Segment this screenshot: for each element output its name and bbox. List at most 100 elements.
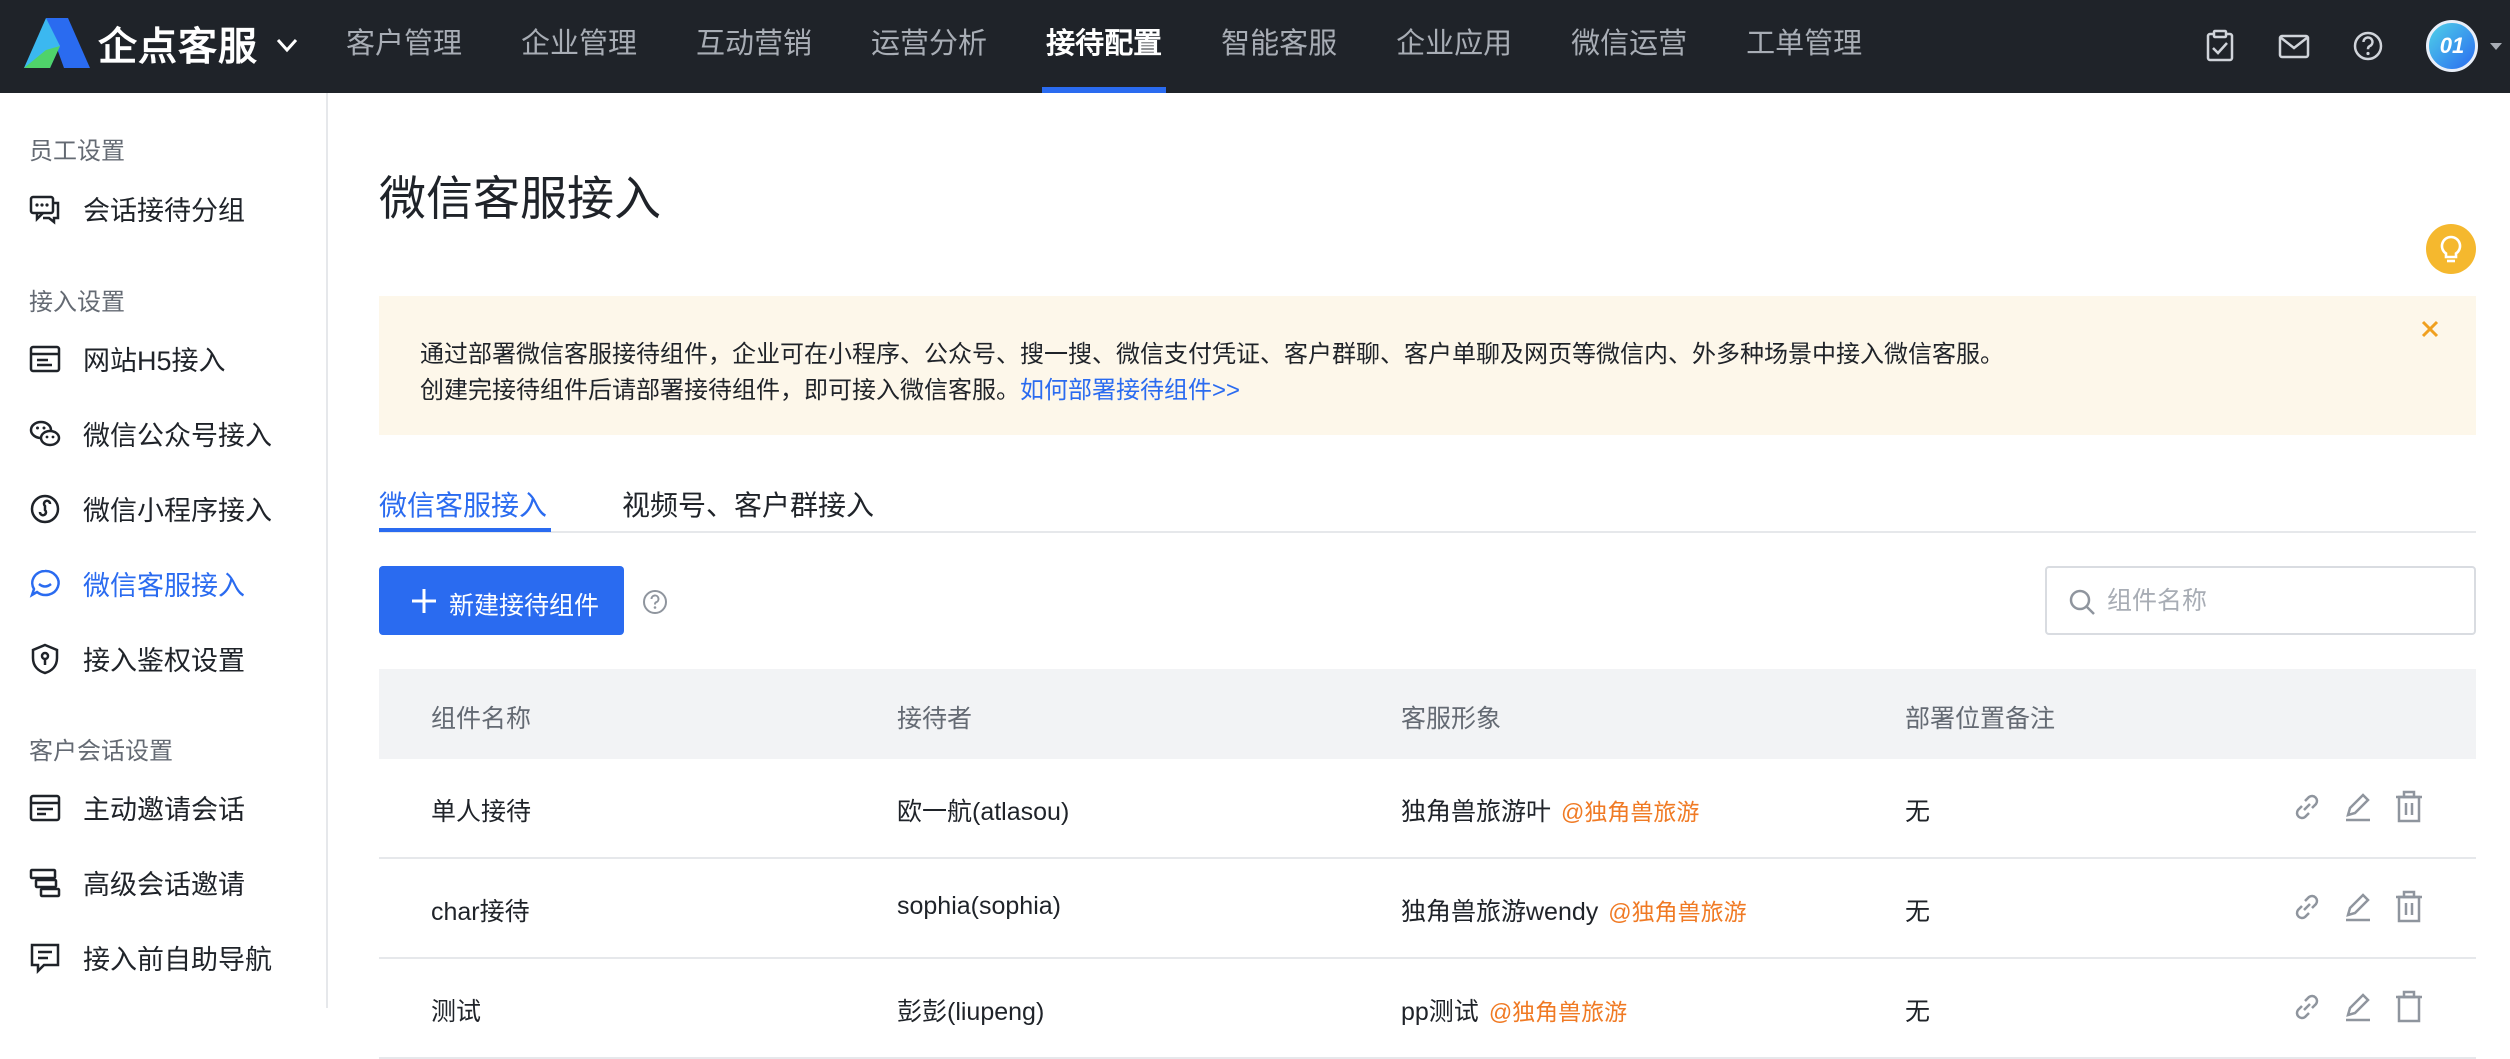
sidebar-item-label: 微信公众号接入 bbox=[83, 420, 272, 451]
new-component-label: 新建接待组件 bbox=[449, 592, 600, 620]
sidebar-item-self-navigation[interactable]: 接入前自助导航 bbox=[0, 927, 326, 987]
table-row: 单人接待 欧一航(atlasou) 独角兽旅游叶 @独角兽旅游 无 bbox=[379, 759, 2476, 859]
notice-text-line2: 创建完接待组件后请部署接待组件，即可接入微信客服。如何部署接待组件>> bbox=[420, 370, 1240, 405]
sidebar-group-session: 客户会话设置 bbox=[29, 738, 173, 765]
sidebar-item-mini-program[interactable]: 微信小程序接入 bbox=[0, 478, 326, 538]
column-header-name: 组件名称 bbox=[431, 705, 532, 733]
cell-note: 无 bbox=[1905, 998, 1931, 1026]
org-tag: @独角兽旅游 bbox=[1561, 799, 1700, 825]
advanced-invite-icon bbox=[29, 868, 61, 898]
task-check-icon[interactable] bbox=[2200, 26, 2240, 66]
sidebar-item-access-auth[interactable]: 接入鉴权设置 bbox=[0, 628, 326, 688]
navigation-icon bbox=[30, 943, 60, 975]
sidebar-item-proactive-invite[interactable]: 主动邀请会话 bbox=[0, 777, 326, 837]
mail-icon[interactable] bbox=[2274, 26, 2314, 66]
table-row: char接待 sophia(sophia) 独角兽旅游wendy @独角兽旅游 无 bbox=[379, 859, 2476, 959]
org-tag: @独角兽旅游 bbox=[1488, 999, 1628, 1025]
sidebar-item-wechat-service[interactable]: 微信客服接入 bbox=[0, 553, 326, 613]
edit-icon[interactable] bbox=[2340, 889, 2376, 925]
cell-name: 测试 bbox=[431, 998, 482, 1026]
shield-icon bbox=[31, 643, 59, 675]
avatar-name: 独角兽旅游叶 bbox=[1401, 798, 1552, 826]
deploy-guide-link[interactable]: 如何部署接待组件>> bbox=[1020, 377, 1240, 404]
delete-icon[interactable] bbox=[2391, 789, 2427, 825]
lightbulb-icon bbox=[2440, 235, 2462, 263]
mini-program-icon bbox=[30, 494, 60, 524]
sidebar-item-label: 微信小程序接入 bbox=[83, 495, 272, 526]
web-window-icon bbox=[29, 345, 61, 373]
sidebar-item-label: 网站H5接入 bbox=[83, 345, 226, 376]
edit-icon[interactable] bbox=[2340, 989, 2376, 1025]
delete-icon[interactable] bbox=[2391, 889, 2427, 925]
nav-smart-service[interactable]: 智能客服 bbox=[1221, 0, 1337, 93]
help-icon[interactable] bbox=[2348, 26, 2388, 66]
tab-bar: 微信客服接入 视频号、客户群接入 bbox=[379, 480, 2476, 533]
nav-operation-analysis[interactable]: 运营分析 bbox=[871, 0, 987, 93]
chat-group-icon bbox=[29, 195, 60, 225]
sidebar-item-session-groups[interactable]: 会话接待分组 bbox=[0, 178, 326, 238]
invite-icon bbox=[29, 794, 61, 822]
cell-receiver: 欧一航(atlasou) bbox=[897, 798, 1070, 826]
nav-wechat-operation[interactable]: 微信运营 bbox=[1571, 0, 1687, 93]
search-input[interactable] bbox=[2107, 578, 2457, 624]
main-nav: 客户管理 企业管理 互动营销 运营分析 接待配置 智能客服 企业应用 微信运营 … bbox=[346, 0, 1921, 93]
link-icon[interactable] bbox=[2289, 789, 2325, 825]
component-search bbox=[2045, 566, 2476, 635]
column-header-note: 部署位置备注 bbox=[1905, 705, 2056, 733]
tab-active-indicator bbox=[379, 528, 551, 532]
cell-note: 无 bbox=[1905, 798, 1931, 826]
nav-ticket-management[interactable]: 工单管理 bbox=[1746, 0, 1862, 93]
column-header-receiver: 接待者 bbox=[897, 705, 973, 733]
nav-reception-config[interactable]: 接待配置 bbox=[1042, 0, 1167, 93]
notice-banner: 通过部署微信客服接待组件，企业可在小程序、公众号、搜一搜、微信支付凭证、客户群聊… bbox=[379, 296, 2476, 435]
sidebar-item-wechat-official[interactable]: 微信公众号接入 bbox=[0, 403, 326, 463]
chevron-down-icon[interactable] bbox=[270, 28, 304, 62]
sidebar-group-access: 接入设置 bbox=[29, 289, 125, 316]
cell-name: 单人接待 bbox=[431, 798, 532, 826]
sidebar-item-label: 接入前自助导航 bbox=[83, 944, 272, 975]
cell-avatar: pp测试 @独角兽旅游 bbox=[1401, 992, 1627, 1028]
sidebar-item-label: 高级会话邀请 bbox=[83, 869, 245, 900]
cell-note: 无 bbox=[1905, 898, 1931, 926]
sidebar-item-advanced-invite[interactable]: 高级会话邀请 bbox=[0, 852, 326, 912]
delete-icon[interactable] bbox=[2391, 989, 2427, 1025]
table-row: 测试 彭彭(liupeng) pp测试 @独角兽旅游 无 bbox=[379, 959, 2476, 1059]
avatar-name: 独角兽旅游wendy bbox=[1401, 898, 1599, 926]
link-icon[interactable] bbox=[2289, 889, 2325, 925]
tab-wechat-service[interactable]: 微信客服接入 bbox=[379, 484, 547, 524]
cell-name: char接待 bbox=[431, 898, 530, 926]
cell-receiver: sophia(sophia) bbox=[897, 892, 1061, 920]
top-navigation-bar: 企点客服 客户管理 企业管理 互动营销 运营分析 接待配置 智能客服 企业应用 … bbox=[0, 0, 2510, 93]
close-icon[interactable] bbox=[2417, 316, 2443, 342]
qidian-logo-icon[interactable] bbox=[24, 18, 90, 68]
brand-name[interactable]: 企点客服 bbox=[98, 16, 258, 72]
nav-enterprise-management[interactable]: 企业管理 bbox=[521, 0, 637, 93]
avatar-name: pp测试 bbox=[1401, 998, 1479, 1026]
nav-enterprise-apps[interactable]: 企业应用 bbox=[1396, 0, 1512, 93]
avatar[interactable]: 01 bbox=[2426, 20, 2478, 72]
tab-video-group[interactable]: 视频号、客户群接入 bbox=[622, 484, 874, 524]
org-tag: @独角兽旅游 bbox=[1608, 899, 1747, 925]
wechat-icon bbox=[29, 420, 61, 447]
question-icon[interactable] bbox=[641, 588, 669, 616]
plus-icon bbox=[412, 589, 436, 613]
page-title: 微信客服接入 bbox=[379, 172, 661, 225]
nav-interactive-marketing[interactable]: 互动营销 bbox=[696, 0, 812, 93]
sidebar-item-label: 微信客服接入 bbox=[83, 570, 245, 601]
tips-bulb-button[interactable] bbox=[2426, 224, 2476, 274]
sidebar: 员工设置 会话接待分组 接入设置 网站H5接入 微信公众号接入 微信小程序接入 … bbox=[0, 93, 328, 1008]
cell-avatar: 独角兽旅游叶 @独角兽旅游 bbox=[1401, 792, 1699, 828]
sidebar-item-label: 主动邀请会话 bbox=[83, 794, 245, 825]
sidebar-item-label: 接入鉴权设置 bbox=[83, 645, 245, 676]
notice-text: 创建完接待组件后请部署接待组件，即可接入微信客服。 bbox=[420, 377, 1020, 404]
nav-customer-management[interactable]: 客户管理 bbox=[346, 0, 462, 93]
cell-avatar: 独角兽旅游wendy @独角兽旅游 bbox=[1401, 892, 1747, 928]
table-header: 组件名称 接待者 客服形象 部署位置备注 bbox=[379, 669, 2476, 759]
link-icon[interactable] bbox=[2289, 989, 2325, 1025]
edit-icon[interactable] bbox=[2340, 789, 2376, 825]
sidebar-item-web-h5[interactable]: 网站H5接入 bbox=[0, 328, 326, 388]
caret-down-icon[interactable] bbox=[2486, 36, 2506, 56]
new-component-button[interactable]: 新建接待组件 bbox=[379, 566, 624, 635]
wechat-service-icon bbox=[29, 569, 60, 598]
notice-text-line1: 通过部署微信客服接待组件，企业可在小程序、公众号、搜一搜、微信支付凭证、客户群聊… bbox=[420, 341, 2004, 368]
